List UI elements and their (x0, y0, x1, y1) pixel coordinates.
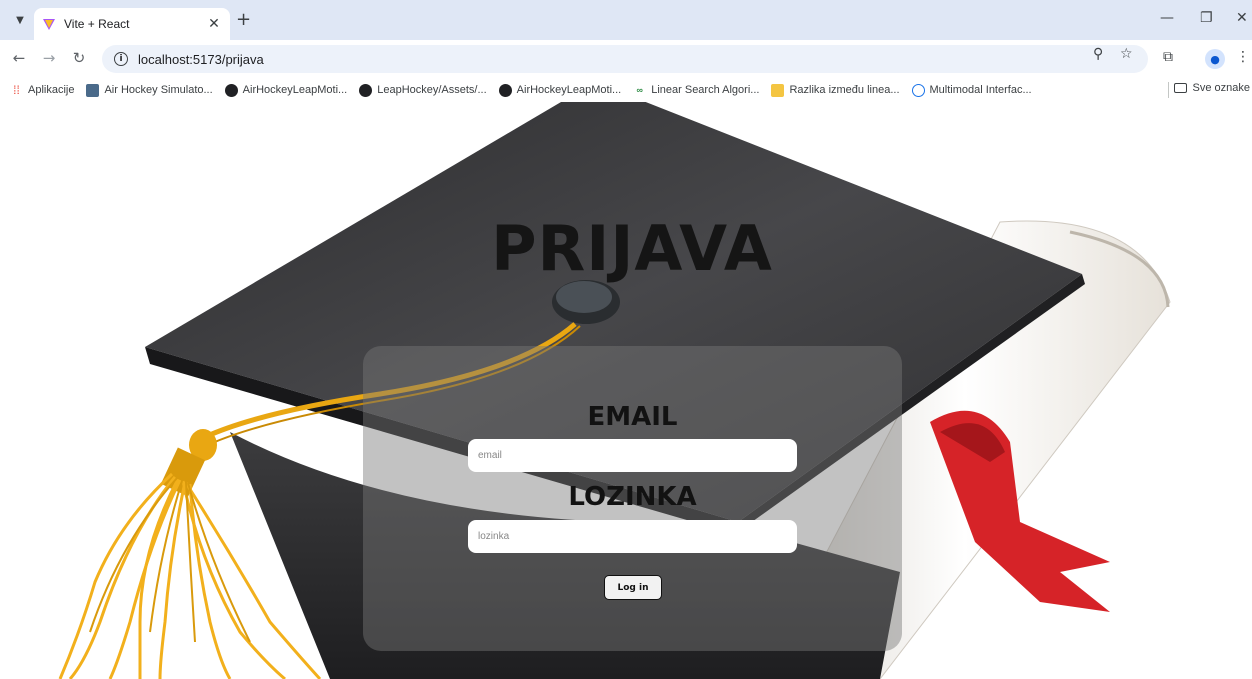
bookmark-item[interactable]: AirHockeyLeapMoti... (224, 83, 348, 97)
page-viewport: PRIJAVA EMAIL LOZINKA Log in (0, 102, 1252, 679)
bookmarks-bar: ⁞⁞ Aplikacije Air Hockey Simulato... Air… (0, 78, 1252, 102)
back-arrow-icon[interactable]: ← (10, 49, 28, 67)
zoom-icon[interactable]: ⚲ (1093, 46, 1103, 62)
bookmark-label: Aplikacije (28, 84, 75, 96)
bookmark-label: AirHockeyLeapMoti... (242, 84, 348, 96)
tab-vite-react[interactable]: Vite + React ✕ (34, 8, 230, 40)
tab-search-button[interactable]: ▼ (10, 10, 30, 30)
page-title: PRIJAVA (491, 212, 773, 285)
github-icon (224, 83, 238, 97)
bookmark-item[interactable]: LeapHockey/Assets/... (359, 83, 487, 97)
new-tab-button[interactable]: + (236, 11, 251, 29)
close-window-icon[interactable]: ✕ (1236, 10, 1248, 26)
folder-icon (1173, 83, 1187, 93)
bookmark-item[interactable]: ⁞⁞ Aplikacije (10, 83, 75, 97)
site-icon (86, 83, 100, 97)
menu-dots-icon[interactable]: ⋮ (1236, 49, 1250, 65)
bookmarks-divider (1168, 82, 1169, 98)
password-label: LOZINKA (568, 482, 697, 512)
bookmark-label: LeapHockey/Assets/... (377, 84, 487, 96)
tab-close-icon[interactable]: ✕ (206, 16, 222, 32)
email-label: EMAIL (587, 402, 678, 432)
restore-icon[interactable]: ❐ (1200, 10, 1213, 26)
bookmark-star-icon[interactable]: ☆ (1120, 46, 1133, 62)
bookmark-item[interactable]: Air Hockey Simulato... (86, 83, 213, 97)
site-info-icon[interactable]: i (114, 52, 128, 66)
reload-icon[interactable]: ↻ (70, 49, 88, 67)
login-form-card: EMAIL LOZINKA Log in (363, 346, 902, 651)
tab-strip: ▼ Vite + React ✕ + — ❐ ✕ (0, 0, 1252, 40)
forward-arrow-icon[interactable]: → (40, 49, 58, 67)
bookmark-item[interactable]: ∞ Linear Search Algori... (633, 84, 760, 97)
bookmark-label: Air Hockey Simulato... (104, 84, 213, 96)
all-bookmarks-label: Sve oznake (1192, 82, 1250, 94)
password-input[interactable] (468, 520, 797, 553)
url-text: localhost:5173/prijava (138, 51, 264, 67)
bookmark-label: Linear Search Algori... (651, 84, 760, 96)
extensions-icon[interactable]: ⧉ (1163, 49, 1173, 65)
vite-favicon-icon (43, 19, 55, 30)
all-bookmarks-button[interactable]: Sve oznake (1173, 82, 1250, 94)
note-icon (771, 83, 785, 97)
gfg-icon: ∞ (636, 85, 643, 95)
apps-grid-icon: ⁞⁞ (13, 83, 20, 97)
bookmark-label: AirHockeyLeapMoti... (516, 84, 622, 96)
address-toolbar: ← → ↻ i localhost:5173/prijava ⚲ ☆ ⧉ ⋮ (0, 40, 1252, 78)
bookmark-item[interactable]: Multimodal Interfac... (911, 83, 1032, 97)
site-icon (911, 83, 925, 97)
profile-avatar-icon[interactable]: ● (1205, 49, 1225, 69)
bookmark-item[interactable]: AirHockeyLeapMoti... (498, 83, 622, 97)
github-icon (359, 83, 373, 97)
email-input[interactable] (468, 439, 797, 472)
bookmark-label: Razlika između linea... (789, 84, 900, 96)
minimize-icon[interactable]: — (1160, 10, 1174, 26)
bookmark-item[interactable]: Razlika između linea... (771, 83, 900, 97)
tab-title: Vite + React (64, 17, 130, 31)
bookmark-label: Multimodal Interfac... (929, 84, 1032, 96)
login-button[interactable]: Log in (604, 575, 662, 600)
github-icon (498, 83, 512, 97)
address-bar[interactable]: i localhost:5173/prijava (102, 45, 1148, 73)
